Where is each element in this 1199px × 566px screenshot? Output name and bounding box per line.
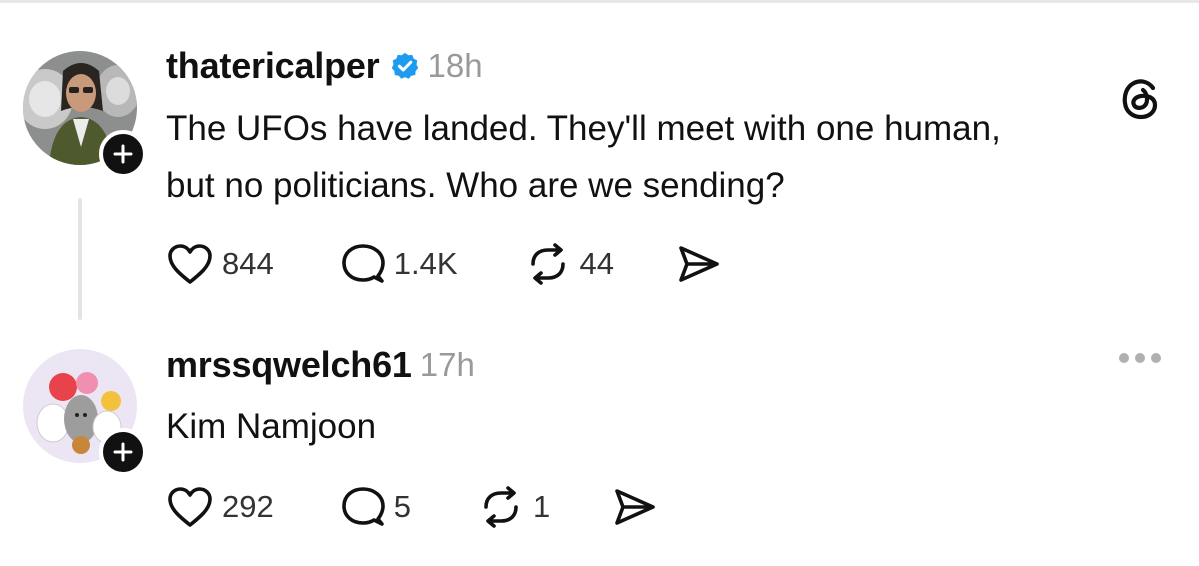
plus-icon xyxy=(113,442,133,462)
repost-button[interactable]: 1 xyxy=(477,485,550,529)
comment-bubble-icon xyxy=(341,487,385,526)
reply-username[interactable]: mrssqwelch61 xyxy=(166,344,412,386)
like-button[interactable]: 292 xyxy=(166,485,274,529)
more-horizontal-icon-dot xyxy=(1151,353,1161,363)
post-header: thatericalper 18h xyxy=(166,45,483,87)
more-horizontal-icon-dot xyxy=(1135,353,1145,363)
post-text-line-1: The UFOs have landed. They'll meet with … xyxy=(166,109,1001,148)
post-actions: 844 1.4K 44 xyxy=(166,242,722,286)
like-button[interactable]: 844 xyxy=(166,242,274,286)
share-button[interactable] xyxy=(676,242,722,286)
follow-button[interactable] xyxy=(99,428,147,476)
top-divider xyxy=(0,0,1199,3)
heart-icon xyxy=(168,244,212,284)
like-count: 292 xyxy=(222,489,274,524)
repost-count: 44 xyxy=(579,246,614,281)
more-options-button[interactable] xyxy=(1119,353,1161,363)
comment-bubble-icon xyxy=(341,244,385,283)
heart-icon xyxy=(168,487,212,527)
reply-button[interactable]: 1.4K xyxy=(340,242,458,286)
post-username[interactable]: thatericalper xyxy=(166,45,380,87)
repost-button[interactable]: 44 xyxy=(524,242,614,286)
plus-icon xyxy=(113,144,133,164)
post-text: The UFOs have landed. They'll meet with … xyxy=(166,100,1001,214)
follow-button[interactable] xyxy=(99,130,147,178)
repost-icon xyxy=(530,243,565,285)
reply-header: mrssqwelch61 17h xyxy=(166,344,475,386)
threads-logo-icon[interactable] xyxy=(1118,76,1164,127)
send-icon xyxy=(679,246,719,282)
reply-count: 1.4K xyxy=(393,246,458,281)
thread-connector-line xyxy=(78,198,82,320)
post-timestamp: 18h xyxy=(427,47,483,84)
reply-count: 5 xyxy=(393,489,411,524)
reply-actions: 292 5 1 xyxy=(166,485,658,529)
repost-count: 1 xyxy=(532,489,551,524)
repost-icon xyxy=(484,486,518,528)
reply-timestamp: 17h xyxy=(419,346,475,383)
reply-text: Kim Namjoon xyxy=(166,407,377,446)
send-icon xyxy=(615,489,656,525)
like-count: 844 xyxy=(222,246,274,281)
more-horizontal-icon-dot xyxy=(1119,353,1129,363)
post-text-line-2: but no politicians. Who are we sending? xyxy=(166,166,785,205)
verified-badge-icon xyxy=(390,51,420,81)
share-button[interactable] xyxy=(612,485,658,529)
reply-button[interactable]: 5 xyxy=(340,485,411,529)
